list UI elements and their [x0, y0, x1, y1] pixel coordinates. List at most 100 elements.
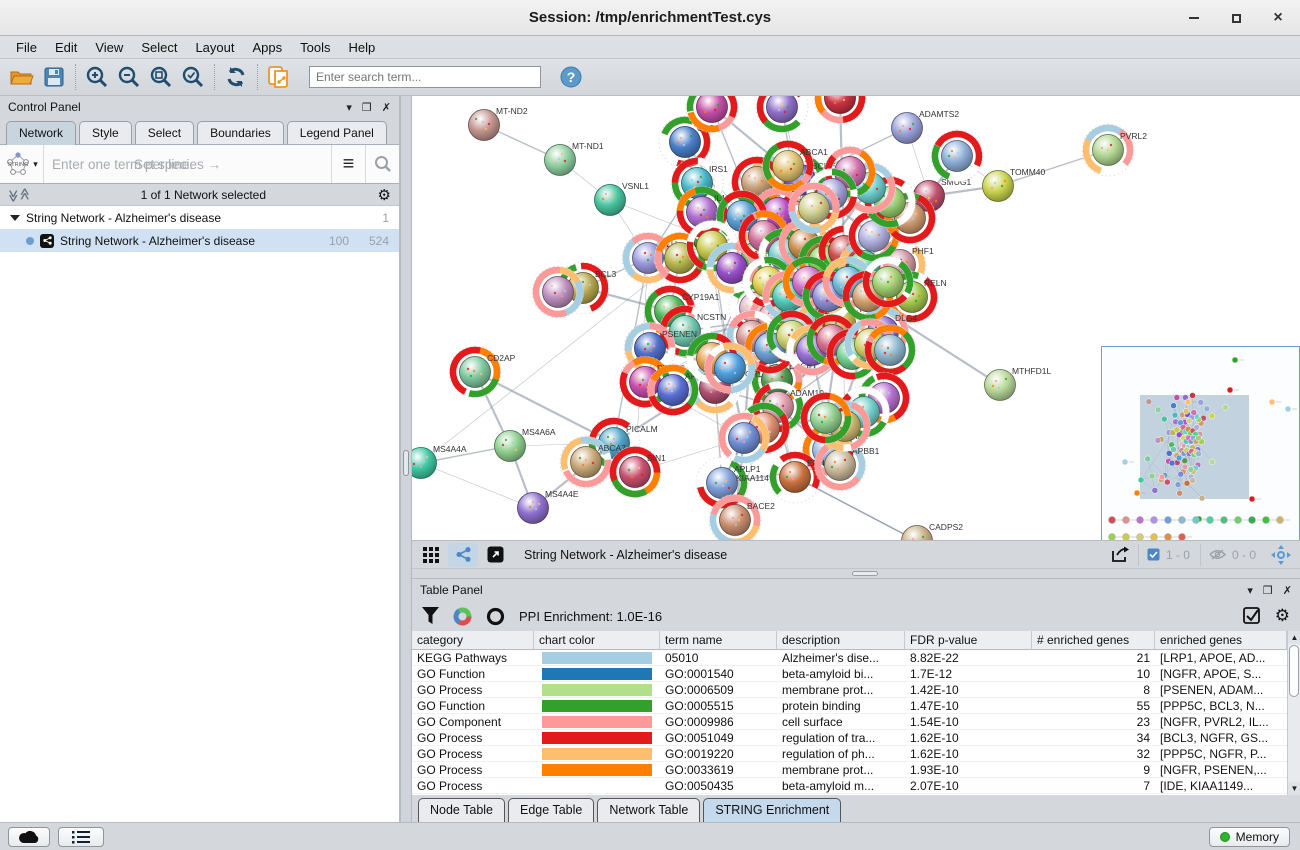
network-row[interactable]: String Network - Alzheimer's disease 100… — [0, 229, 399, 252]
close-button[interactable]: × — [1270, 10, 1286, 26]
panel-splitter-horizontal[interactable] — [412, 568, 1300, 578]
node[interactable] — [927, 126, 987, 186]
ring-chart-icon[interactable] — [486, 607, 505, 626]
node-CD2AP[interactable]: CD2AP — [446, 343, 516, 402]
table-row[interactable]: GO ProcessGO:0051049regulation of tra...… — [412, 730, 1287, 746]
menu-file[interactable]: File — [8, 38, 45, 57]
table-row[interactable]: GO FunctionGO:0005515protein binding1.47… — [412, 698, 1287, 714]
column-header-term-name[interactable]: term name — [660, 631, 777, 649]
node-PVRL2[interactable]: PVRL2 — [1078, 120, 1148, 181]
window-titlebar[interactable]: Session: /tmp/enrichmentTest.cys × — [0, 0, 1300, 36]
menu-layout[interactable]: Layout — [187, 38, 242, 57]
expand-all-icon[interactable]: ≫ — [17, 189, 31, 200]
tab-network[interactable]: Network — [6, 121, 76, 145]
help-button[interactable]: ? — [555, 62, 587, 92]
network-collection-row[interactable]: String Network - Alzheimer's disease 1 — [0, 206, 399, 229]
tab-legend-panel[interactable]: Legend Panel — [287, 121, 387, 144]
maximize-button[interactable] — [1228, 10, 1244, 26]
tab-node-table[interactable]: Node Table — [418, 798, 505, 822]
node-MT-ND2[interactable]: MT-ND2 — [469, 106, 528, 141]
table-scrollbar[interactable]: ▲ ▼ — [1287, 631, 1300, 795]
string-logo-dropdown[interactable]: STRING ▾ — [0, 145, 44, 183]
string-query-input[interactable]: Enter one term per line. Set species → — [44, 145, 331, 183]
splitter-grip[interactable] — [852, 571, 878, 576]
menu-edit[interactable]: Edit — [47, 38, 85, 57]
cloud-tasks-button[interactable] — [8, 827, 50, 847]
table-row[interactable]: GO ProcessGO:0050435beta-amyloid m...2.0… — [412, 778, 1287, 794]
task-list-button[interactable] — [58, 827, 104, 847]
open-session-button[interactable] — [6, 62, 38, 92]
table-row[interactable]: GO ProcessGO:0006509membrane prot...1.42… — [412, 682, 1287, 698]
scroll-up-icon[interactable]: ▲ — [1288, 631, 1300, 644]
table-row[interactable]: GO ComponentGO:0009986cell surface1.54E-… — [412, 714, 1287, 730]
zoom-selected-button[interactable] — [177, 62, 209, 92]
node-MS4A4E[interactable]: MS4A4E — [518, 489, 579, 524]
tab-select[interactable]: Select — [135, 121, 194, 144]
node-MT-ND1[interactable]: MT-ND1 — [545, 141, 604, 176]
network-gear-icon[interactable]: ⚙ — [378, 186, 391, 204]
collapse-triangle-icon[interactable] — [10, 215, 20, 221]
close-panel-icon[interactable]: ✗ — [1283, 584, 1292, 597]
node-BACE2[interactable]: BACE2 — [708, 493, 775, 540]
table-row[interactable]: KEGG Pathways05010Alzheimer's dise...8.8… — [412, 650, 1287, 666]
zoom-fit-button[interactable] — [145, 62, 177, 92]
select-rows-checkbox-icon[interactable] — [1243, 607, 1261, 625]
filter-icon[interactable] — [422, 607, 439, 625]
column-header-enriched-genes[interactable]: enriched genes — [1155, 631, 1287, 649]
zoom-in-button[interactable] — [81, 62, 113, 92]
donut-chart-icon[interactable] — [453, 607, 472, 626]
network-canvas[interactable]: MT-ND2MT-ND1VSNL1GAB2ADAMTS2PVRL2SMUG1TO… — [412, 96, 1300, 540]
menu-help[interactable]: Help — [341, 38, 384, 57]
scroll-down-icon[interactable]: ▼ — [1288, 782, 1300, 795]
refresh-button[interactable] — [220, 62, 252, 92]
column-header-description[interactable]: description — [777, 631, 905, 649]
tab-style[interactable]: Style — [79, 121, 132, 144]
menu-select[interactable]: Select — [133, 38, 185, 57]
tab-network-table[interactable]: Network Table — [597, 798, 700, 822]
table-row[interactable]: GO FunctionGO:0001540beta-amyloid bi...1… — [412, 666, 1287, 682]
navigator-button[interactable] — [1266, 543, 1296, 567]
memory-button[interactable]: Memory — [1209, 827, 1290, 847]
node-SMUG1[interactable]: SMUG1 — [914, 177, 972, 212]
menu-tools[interactable]: Tools — [292, 38, 338, 57]
column-header-category[interactable]: category — [412, 631, 534, 649]
search-input[interactable] — [309, 66, 541, 88]
birdseye-view[interactable] — [1101, 346, 1300, 540]
menu-view[interactable]: View — [87, 38, 131, 57]
tab-boundaries[interactable]: Boundaries — [197, 121, 284, 144]
panel-menu-icon[interactable]: ▾ — [346, 101, 352, 114]
panel-menu-icon[interactable]: ▾ — [1247, 584, 1253, 597]
string-options-button[interactable]: ≡ — [331, 145, 365, 183]
import-network-button[interactable] — [263, 62, 295, 92]
table-row[interactable]: GO ProcessGO:0033619membrane prot...1.93… — [412, 762, 1287, 778]
export-network-button[interactable] — [1106, 543, 1136, 567]
float-panel-icon[interactable]: ❒ — [1263, 584, 1273, 597]
table-settings-gear-icon[interactable]: ⚙ — [1275, 606, 1290, 626]
string-search-button[interactable] — [365, 145, 399, 183]
open-in-window-button[interactable] — [480, 543, 510, 567]
close-panel-icon[interactable]: ✗ — [382, 101, 391, 114]
node[interactable] — [527, 261, 588, 322]
table-row[interactable]: GO ProcessGO:0019220regulation of ph...1… — [412, 746, 1287, 762]
splitter-grip[interactable] — [403, 450, 409, 476]
node-VSNL1[interactable]: VSNL1 — [595, 181, 650, 216]
menu-apps[interactable]: Apps — [245, 38, 291, 57]
column-header--enriched-genes[interactable]: # enriched genes — [1032, 631, 1155, 649]
node-MS4A6A[interactable]: MS4A6A — [495, 427, 556, 462]
column-header-FDR-p-value[interactable]: FDR p-value — [905, 631, 1032, 649]
tab-edge-table[interactable]: Edge Table — [508, 798, 594, 822]
column-header-chart-color[interactable]: chart color — [534, 631, 660, 649]
tab-string-enrichment[interactable]: STRING Enrichment — [703, 798, 841, 822]
set-species-hint[interactable]: Set species → — [134, 157, 221, 172]
minimize-button[interactable] — [1186, 10, 1202, 26]
node-CADPS2[interactable]: CADPS2 — [902, 522, 964, 540]
zoom-out-button[interactable] — [113, 62, 145, 92]
save-session-button[interactable] — [38, 62, 70, 92]
node[interactable] — [751, 96, 813, 138]
scrollbar-thumb[interactable] — [1289, 645, 1299, 697]
string-view-button[interactable] — [448, 543, 478, 567]
float-panel-icon[interactable]: ❒ — [362, 101, 372, 114]
node-TOMM40[interactable]: TOMM40 — [983, 167, 1046, 202]
node-MS4A4A[interactable]: MS4A4A — [412, 444, 467, 479]
grid-view-button[interactable] — [416, 543, 446, 567]
